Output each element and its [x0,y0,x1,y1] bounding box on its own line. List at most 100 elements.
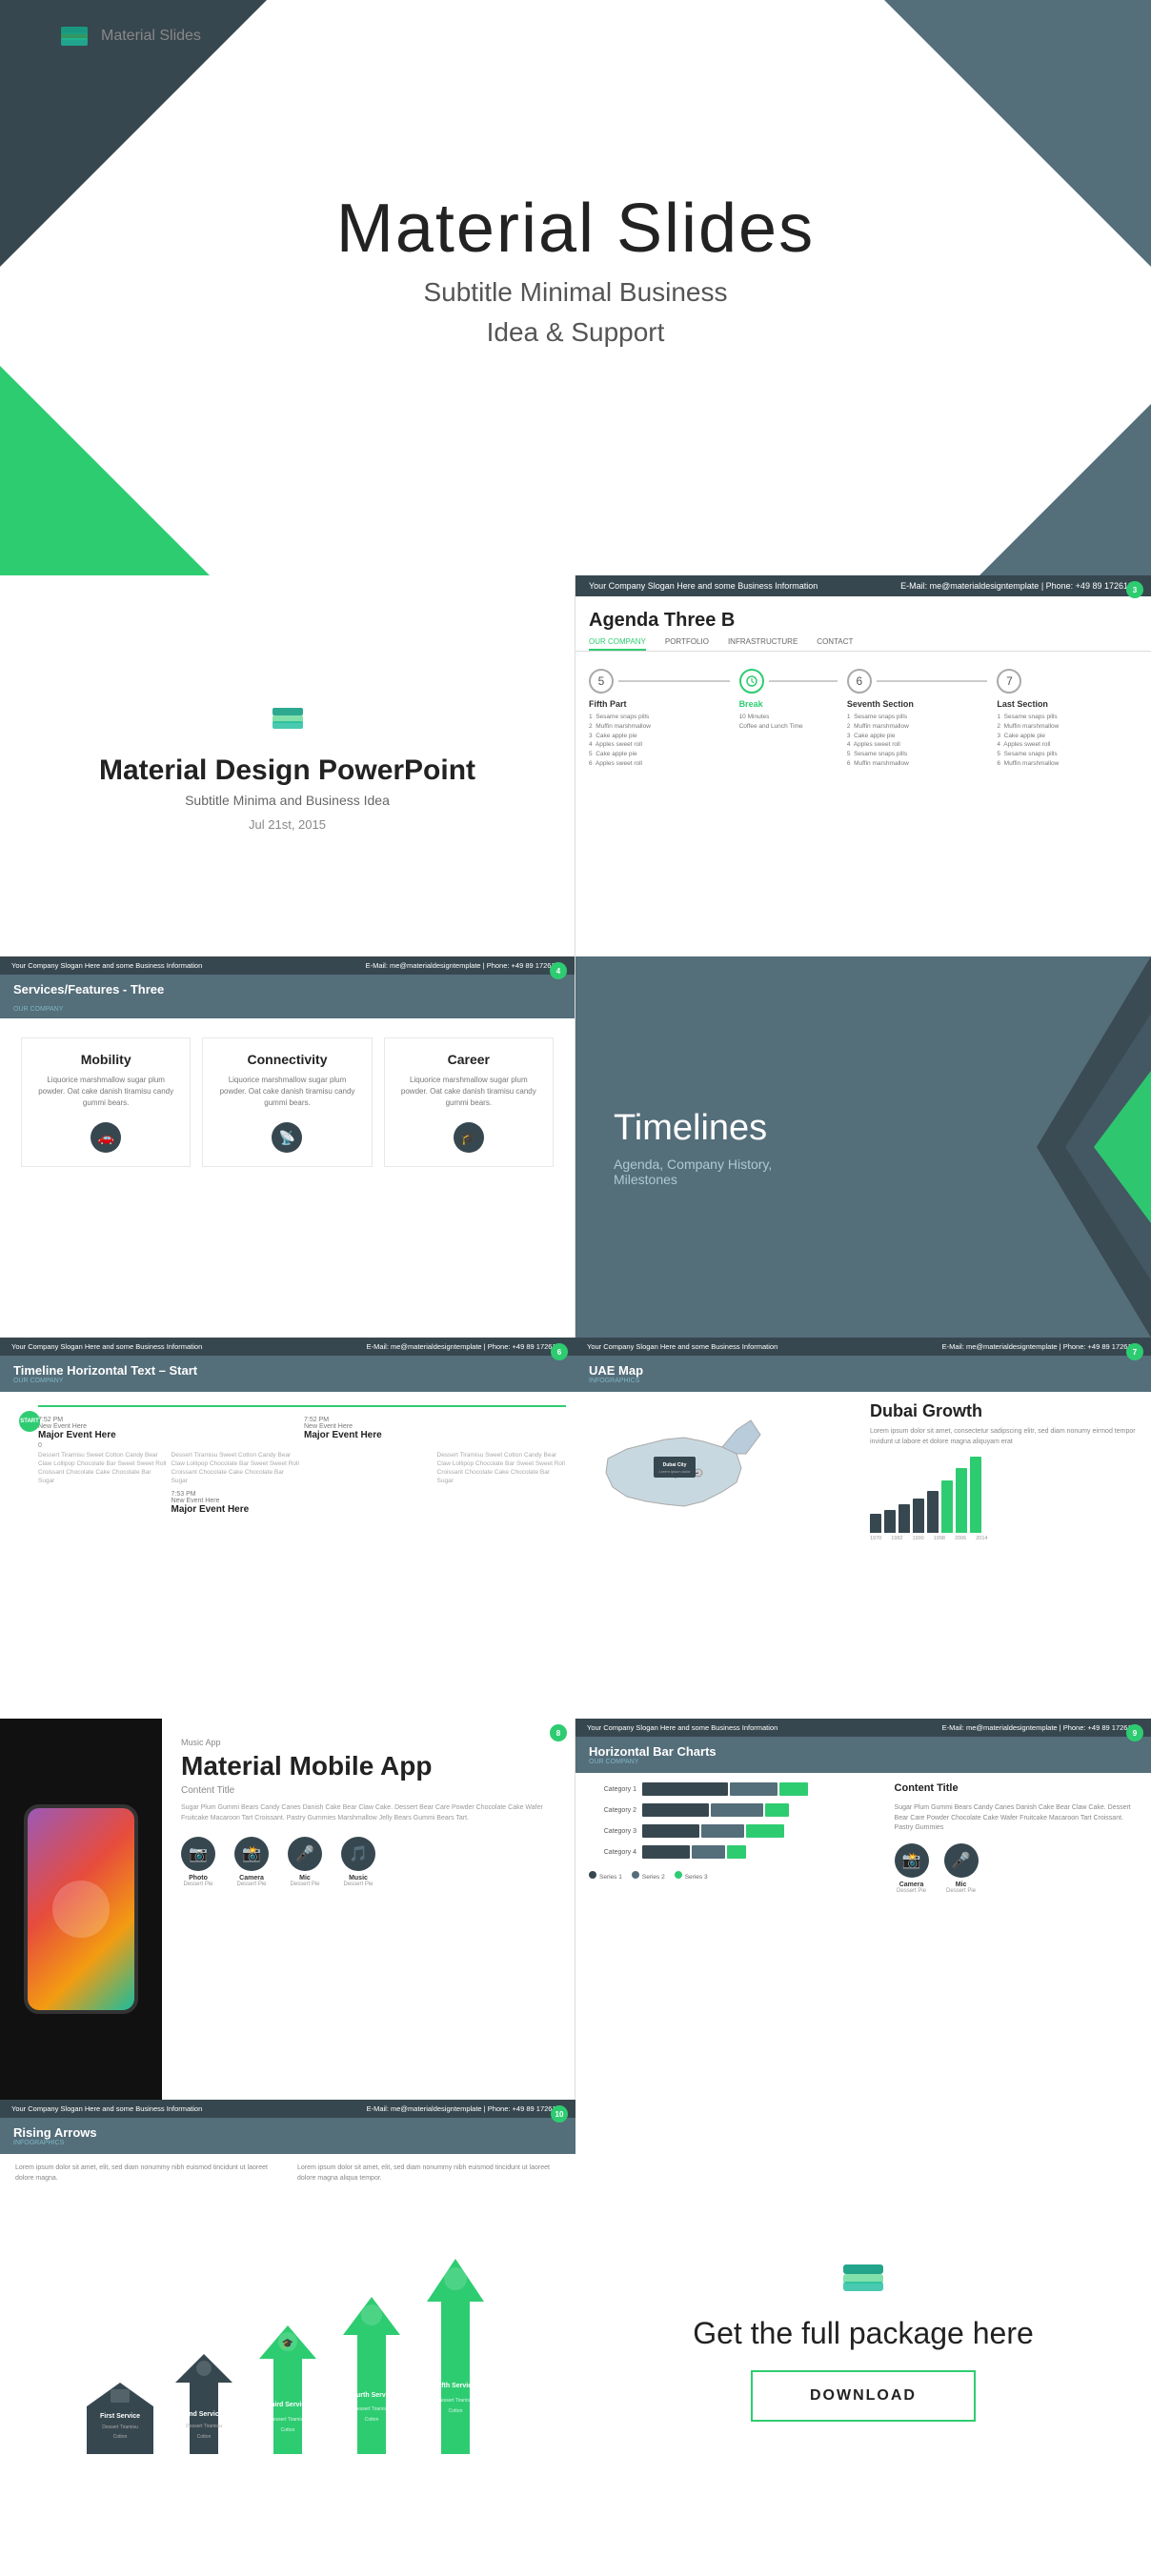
download-button[interactable]: DOWNLOAD [751,2370,976,2422]
logo-text: Material Slides [101,28,201,45]
svg-text:Cotton: Cotton [113,2434,128,2440]
uae-badge: 7 [1126,1343,1143,1360]
mdpp-subtitle: Subtitle Minima and Business Idea [185,793,390,808]
bar-seg-1b [730,1782,777,1796]
camera-sub: Dessert Pie [234,1882,269,1887]
growth-years: 1970 1982 1990 1998 2006 2014 [870,1536,1138,1541]
agenda-header-left: Your Company Slogan Here and some Busine… [589,581,818,591]
svg-text:2nd Service: 2nd Service [185,2411,222,2418]
timeline-event-1: 7:52 PM New Event Here Major Event Here … [38,1417,168,1515]
slide-row-3: Your Company Slogan Here and some Busine… [0,1338,1151,1719]
timelines-content: Timelines Agenda, Company History, Miles… [614,1108,772,1187]
logo-icon [57,19,91,53]
uae-map-svg: Dubai City Lorem ipsum dolor [589,1401,798,1554]
mobile-phone-area [0,1719,162,2100]
event1-title: Major Event Here [38,1430,168,1440]
chart-camera-sub: Dessert Pie [895,1888,929,1894]
event3-line: New Event Here [304,1423,434,1430]
step7-label: Last Section [997,699,1138,709]
arrow-third-svg: Third Service Dessert Tiramisu Cotton 🎓 [250,2321,326,2454]
arrow-first-svg: First Service Dessert Tiramisu Cotton [82,2378,158,2454]
arrow-third: Third Service Dessert Tiramisu Cotton 🎓 [250,2321,326,2454]
mdpp-title: Material Design PowerPoint [99,755,475,787]
timeline-h-header: Your Company Slogan Here and some Busine… [0,1338,576,1356]
hero-subtitle-line1: Subtitle Minimal Business [336,277,815,308]
bar-seg-3b [701,1824,744,1838]
tab-contact[interactable]: CONTACT [817,637,853,651]
bar-1990 [899,1504,910,1533]
uae-label: INFOGRAPHICS [589,1378,1138,1384]
event2-line: New Event Here [172,1498,301,1504]
svg-text:Dubai City: Dubai City [663,1462,687,1468]
barchart-header-left: Your Company Slogan Here and some Busine… [587,1723,777,1732]
arrows-header-left: Your Company Slogan Here and some Busine… [11,2104,202,2113]
timeline-h-body: START 7:52 PM New Event Here Major Event… [0,1392,576,1524]
hero-content: Material Slides Subtitle Minimal Busines… [336,190,815,348]
timeline-event-4: Dessert Tiramisu Sweet Cotton Candy Bear… [437,1417,567,1515]
download-title: Get the full package here [693,2316,1034,2351]
growth-bars [870,1457,1138,1533]
slide-uae: Your Company Slogan Here and some Busine… [576,1338,1151,1719]
service-career-title: Career [398,1052,539,1067]
svg-text:Cotton: Cotton [197,2434,212,2440]
bar-seg-3c [746,1824,784,1838]
tab-our-company[interactable]: OUR COMPANY [589,637,646,651]
timeline-h-badge: 6 [551,1343,568,1360]
chart-content-text: Sugar Plum Gummi Bears Candy Canes Danis… [895,1803,1138,1834]
slide-services: Your Company Slogan Here and some Busine… [0,956,576,1338]
uae-info: Dubai Growth Lorem ipsum dolor sit amet,… [870,1401,1138,1559]
svg-text:Third Service: Third Service [267,2402,309,2408]
arrows-badge: 10 [551,2105,568,2123]
bar-seg-2b [711,1803,763,1817]
timeline-start-dot: START [19,1411,40,1432]
agenda-step-6: 6 Seventh Section 1 Sesame snaps pills 2… [843,669,992,769]
svg-text:Dessert Tiramisu: Dessert Tiramisu [437,2398,474,2404]
phone-device [24,1804,138,2014]
legend-1: Series 1 [589,1866,622,1883]
mobile-icons-row: 📷 Photo Dessert Pie 📸 Camera Dessert Pie… [181,1837,555,1887]
agenda-step-7: 7 Last Section 1 Sesame snaps pills 2 Mu… [993,669,1141,769]
services-label: OUR COMPANY [0,1004,575,1018]
year-1982: 1982 [891,1536,902,1541]
mobile-icon-mic: 🎤 Mic Dessert Pie [288,1837,322,1887]
slide-timelines: Timelines Agenda, Company History, Miles… [576,956,1151,1338]
svg-text:First Service: First Service [100,2413,140,2420]
arrows-texts: Lorem ipsum dolor sit amet, elit, sed di… [15,2163,560,2184]
step5-num: 5 [589,669,614,694]
event2-body: Dessert Tiramisu Sweet Cotton Candy Bear… [172,1451,301,1485]
camera-label: Camera [234,1875,269,1882]
arrows-visual: First Service Dessert Tiramisu Cotton 2n… [15,2197,560,2454]
timeline-events: 7:52 PM New Event Here Major Event Here … [38,1417,566,1515]
bar-stack-1 [642,1782,808,1796]
slide-row-4: 8 Music App Material Mobile App Content … [0,1719,1151,2100]
chart-mic-label: Mic [944,1882,979,1888]
timeline-h-label: OUR COMPANY [13,1378,562,1384]
slide-agenda: Your Company Slogan Here and some Busine… [576,575,1151,956]
service-connectivity-icon: 📡 [272,1122,302,1153]
timeline-h-header-left: Your Company Slogan Here and some Busine… [11,1342,202,1351]
hero-subtitle-line2: Idea & Support [336,317,815,348]
bar-seg-4c [727,1845,746,1859]
mobile-icon-camera: 📸 Camera Dessert Pie [234,1837,269,1887]
timelines-subtitle: Agenda, Company History, Milestones [614,1157,772,1187]
bar-cat-3: Category 3 [589,1828,636,1835]
tab-portfolio[interactable]: PORTFOLIO [665,637,709,651]
mic-label: Mic [288,1875,322,1882]
slide-timeline-h: Your Company Slogan Here and some Busine… [0,1338,576,1719]
barchart-content: Category 1 Category 2 [576,1773,1151,1903]
service-career-text: Liquorice marshmallow sugar plum powder.… [398,1075,539,1109]
uae-growth-title: Dubai Growth [870,1401,1138,1421]
photo-label: Photo [181,1875,215,1882]
chart-mic-sub: Dessert Pie [944,1888,979,1894]
chart-camera-label: Camera [895,1882,929,1888]
step7-num: 7 [997,669,1021,694]
step6-label: Seventh Section [847,699,988,709]
bar-cat-1: Category 1 [589,1786,636,1793]
mobile-content: Music App Material Mobile App Content Ti… [162,1719,575,2100]
uae-header-left: Your Company Slogan Here and some Busine… [587,1342,777,1351]
chart-camera-circle: 📸 [895,1843,929,1878]
svg-text:Cotton: Cotton [449,2408,463,2414]
photo-icon-circle: 📷 [181,1837,215,1871]
step6-num: 6 [847,669,872,694]
tab-infrastructure[interactable]: INFRASTRUCTURE [728,637,798,651]
